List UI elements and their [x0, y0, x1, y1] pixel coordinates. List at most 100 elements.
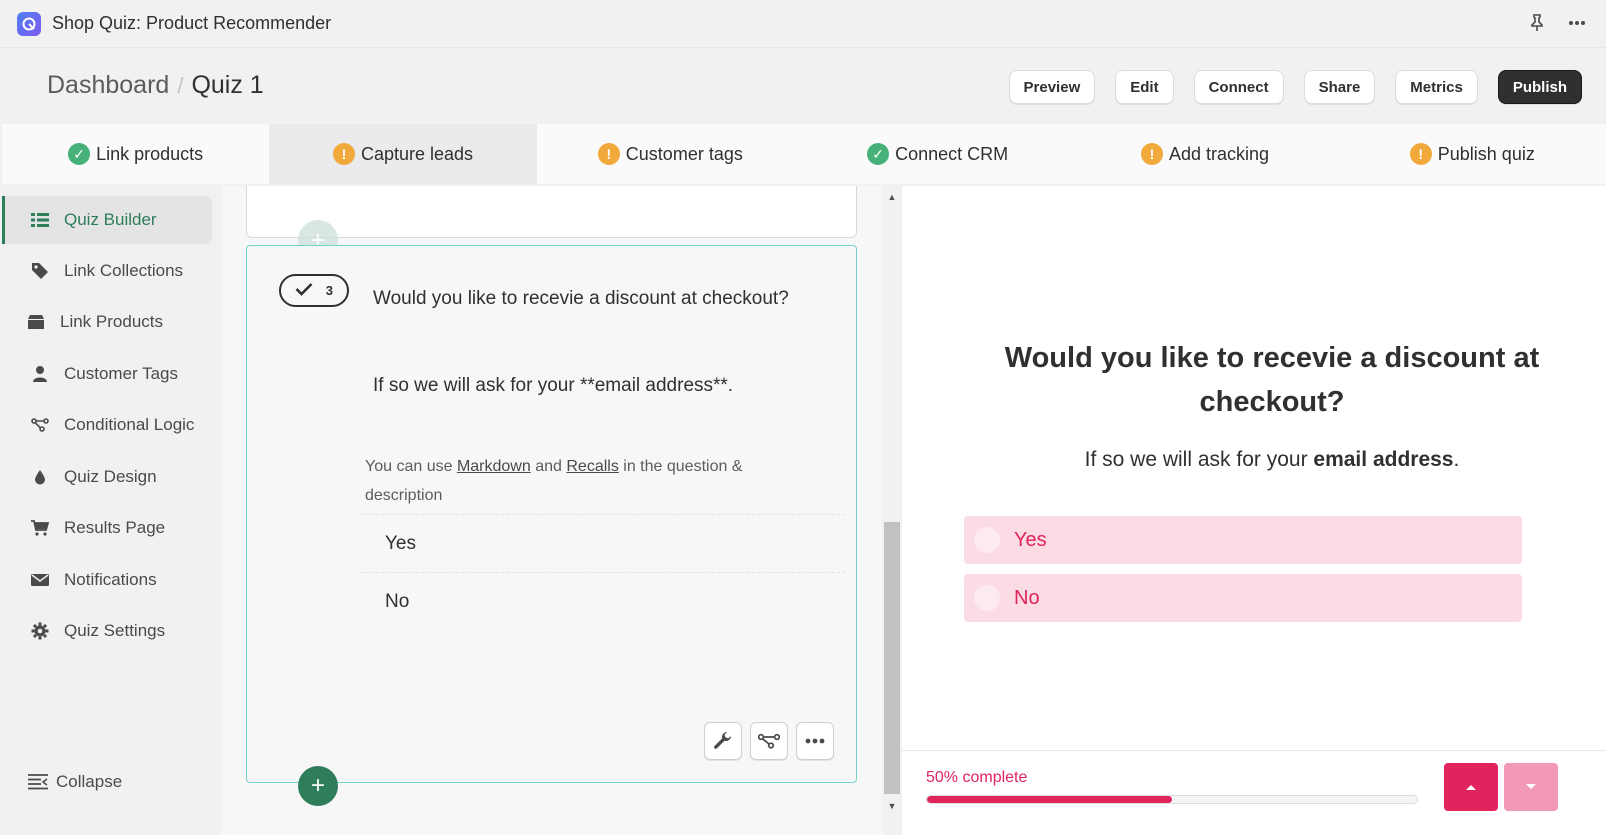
- more-icon[interactable]: [796, 722, 834, 760]
- more-icon[interactable]: [1566, 12, 1588, 34]
- progress-bar-fill: [927, 796, 1172, 803]
- warning-circle-icon: !: [597, 143, 620, 165]
- sidebar: Quiz Builder Link Collections Link Produ…: [2, 186, 220, 835]
- app-title: Shop Quiz: Product Recommender: [52, 13, 332, 33]
- hint-text: You can use: [365, 458, 453, 475]
- step-label: Link products: [96, 143, 204, 164]
- pin-icon[interactable]: [1526, 12, 1548, 34]
- tag-icon: [30, 261, 50, 281]
- builder-scrollbar[interactable]: ▲ ▼: [882, 186, 902, 835]
- progress-bar: [926, 795, 1418, 804]
- title-bar: Shop Quiz: Product Recommender: [0, 0, 1606, 48]
- preview-option-no[interactable]: No: [964, 574, 1522, 622]
- previous-question-button[interactable]: [1444, 763, 1498, 811]
- breadcrumb: Dashboard / Quiz 1: [47, 71, 264, 100]
- question-number-badge[interactable]: 3: [279, 274, 349, 307]
- scroll-up-arrow-icon[interactable]: ▲: [886, 191, 898, 203]
- preview-question-description: If so we will ask for your email address…: [952, 448, 1592, 472]
- collapse-label: Collapse: [56, 772, 123, 791]
- previous-question-card[interactable]: [246, 186, 857, 238]
- markdown-link[interactable]: Markdown: [457, 458, 531, 475]
- page-header: Dashboard / Quiz 1 Preview Edit Connect …: [0, 49, 1606, 124]
- sidebar-item-label: Customer Tags: [64, 364, 179, 383]
- recalls-link[interactable]: Recalls: [566, 458, 618, 475]
- warning-circle-icon: !: [332, 143, 355, 165]
- step-link-products[interactable]: ✓ Link products: [2, 124, 269, 184]
- preview-option-yes[interactable]: Yes: [964, 516, 1522, 564]
- share-button[interactable]: Share: [1303, 70, 1376, 104]
- sidebar-item-label: Link Collections: [64, 261, 184, 280]
- step-publish-quiz[interactable]: ! Publish quiz: [1339, 124, 1606, 184]
- step-customer-tags[interactable]: ! Customer tags: [537, 124, 804, 184]
- warning-circle-icon: !: [1140, 143, 1163, 165]
- publish-button[interactable]: Publish: [1497, 70, 1582, 104]
- question-card[interactable]: 3 Would you like to recevie a discount a…: [246, 245, 857, 783]
- step-label: Add tracking: [1168, 143, 1269, 164]
- sidebar-item-customer-tags[interactable]: Customer Tags: [2, 350, 212, 398]
- question-text-input[interactable]: Would you like to recevie a discount at …: [373, 288, 789, 310]
- cart-icon: [30, 518, 50, 538]
- collapse-button[interactable]: Collapse: [28, 772, 122, 792]
- sidebar-item-quiz-builder[interactable]: Quiz Builder: [2, 196, 212, 244]
- sidebar-item-results-page[interactable]: Results Page: [2, 504, 212, 552]
- sidebar-item-label: Conditional Logic: [64, 415, 195, 434]
- edit-button[interactable]: Edit: [1115, 70, 1174, 104]
- scroll-down-arrow-icon[interactable]: ▼: [886, 800, 898, 812]
- sidebar-item-link-collections[interactable]: Link Collections: [2, 247, 212, 295]
- step-connect-crm[interactable]: ✓ Connect CRM: [804, 124, 1071, 184]
- sidebar-item-link-products[interactable]: Link Products: [2, 298, 212, 346]
- preview-description-suffix: .: [1453, 448, 1460, 471]
- question-number: 3: [325, 283, 333, 298]
- radio-circle-icon: [974, 527, 1000, 553]
- sidebar-item-notifications[interactable]: Notifications: [2, 556, 212, 604]
- sidebar-item-label: Notifications: [64, 570, 157, 589]
- question-tools: [704, 722, 834, 760]
- check-icon: [295, 282, 313, 299]
- arrow-down-icon: [1526, 784, 1536, 789]
- sidebar-item-label: Quiz Settings: [64, 621, 166, 640]
- envelope-icon: [30, 570, 50, 590]
- collapse-icon: [28, 772, 48, 792]
- branch-icon[interactable]: [750, 722, 788, 760]
- step-label: Connect CRM: [895, 143, 1009, 164]
- connect-button[interactable]: Connect: [1193, 70, 1284, 104]
- question-description-input[interactable]: If so we will ask for your **email addre…: [373, 375, 733, 397]
- preview-button[interactable]: Preview: [1008, 70, 1096, 104]
- quiz-builder-panel: + 3 Would you like to recevie a discount…: [222, 186, 882, 835]
- sidebar-item-label: Quiz Builder: [64, 210, 157, 229]
- next-question-button[interactable]: [1504, 763, 1558, 811]
- radio-circle-icon: [974, 585, 1000, 611]
- step-label: Capture leads: [360, 143, 474, 164]
- step-capture-leads[interactable]: ! Capture leads: [269, 124, 537, 184]
- metrics-button[interactable]: Metrics: [1395, 70, 1478, 104]
- box-icon: [26, 312, 46, 332]
- sidebar-item-label: Quiz Design: [64, 467, 157, 486]
- wrench-icon[interactable]: [704, 722, 742, 760]
- quiz-preview-panel: Would you like to recevie a discount at …: [902, 186, 1606, 835]
- sidebar-item-conditional-logic[interactable]: Conditional Logic: [2, 401, 212, 449]
- step-label: Customer tags: [625, 143, 743, 164]
- answer-option-input[interactable]: Yes: [361, 514, 845, 572]
- answer-option-input[interactable]: No: [361, 572, 845, 630]
- add-question-button[interactable]: +: [298, 766, 338, 806]
- preview-description-text: If so we will ask for your: [1084, 448, 1308, 471]
- formatting-hint: You can use Markdown and Recalls in the …: [365, 452, 805, 510]
- breadcrumb-separator: /: [177, 72, 184, 98]
- step-add-tracking[interactable]: ! Add tracking: [1071, 124, 1338, 184]
- preview-option-label: No: [1014, 586, 1040, 609]
- step-label: Publish quiz: [1437, 143, 1535, 164]
- sidebar-item-quiz-settings[interactable]: Quiz Settings: [2, 607, 212, 655]
- preview-description-bold: email address: [1313, 448, 1454, 471]
- setup-steps: ✓ Link products ! Capture leads ! Custom…: [2, 124, 1606, 184]
- sidebar-item-quiz-design[interactable]: Quiz Design: [2, 453, 212, 501]
- gear-icon: [30, 621, 50, 641]
- breadcrumb-dashboard[interactable]: Dashboard: [47, 71, 169, 100]
- app-logo-icon: [17, 11, 41, 36]
- sidebar-item-label: Link Products: [60, 312, 163, 331]
- check-circle-icon: ✓: [867, 143, 890, 165]
- hint-text: and: [535, 458, 562, 475]
- scrollbar-thumb[interactable]: [884, 522, 900, 794]
- progress-label: 50% complete: [926, 769, 1028, 786]
- user-icon: [30, 364, 50, 384]
- sidebar-item-label: Results Page: [64, 518, 166, 537]
